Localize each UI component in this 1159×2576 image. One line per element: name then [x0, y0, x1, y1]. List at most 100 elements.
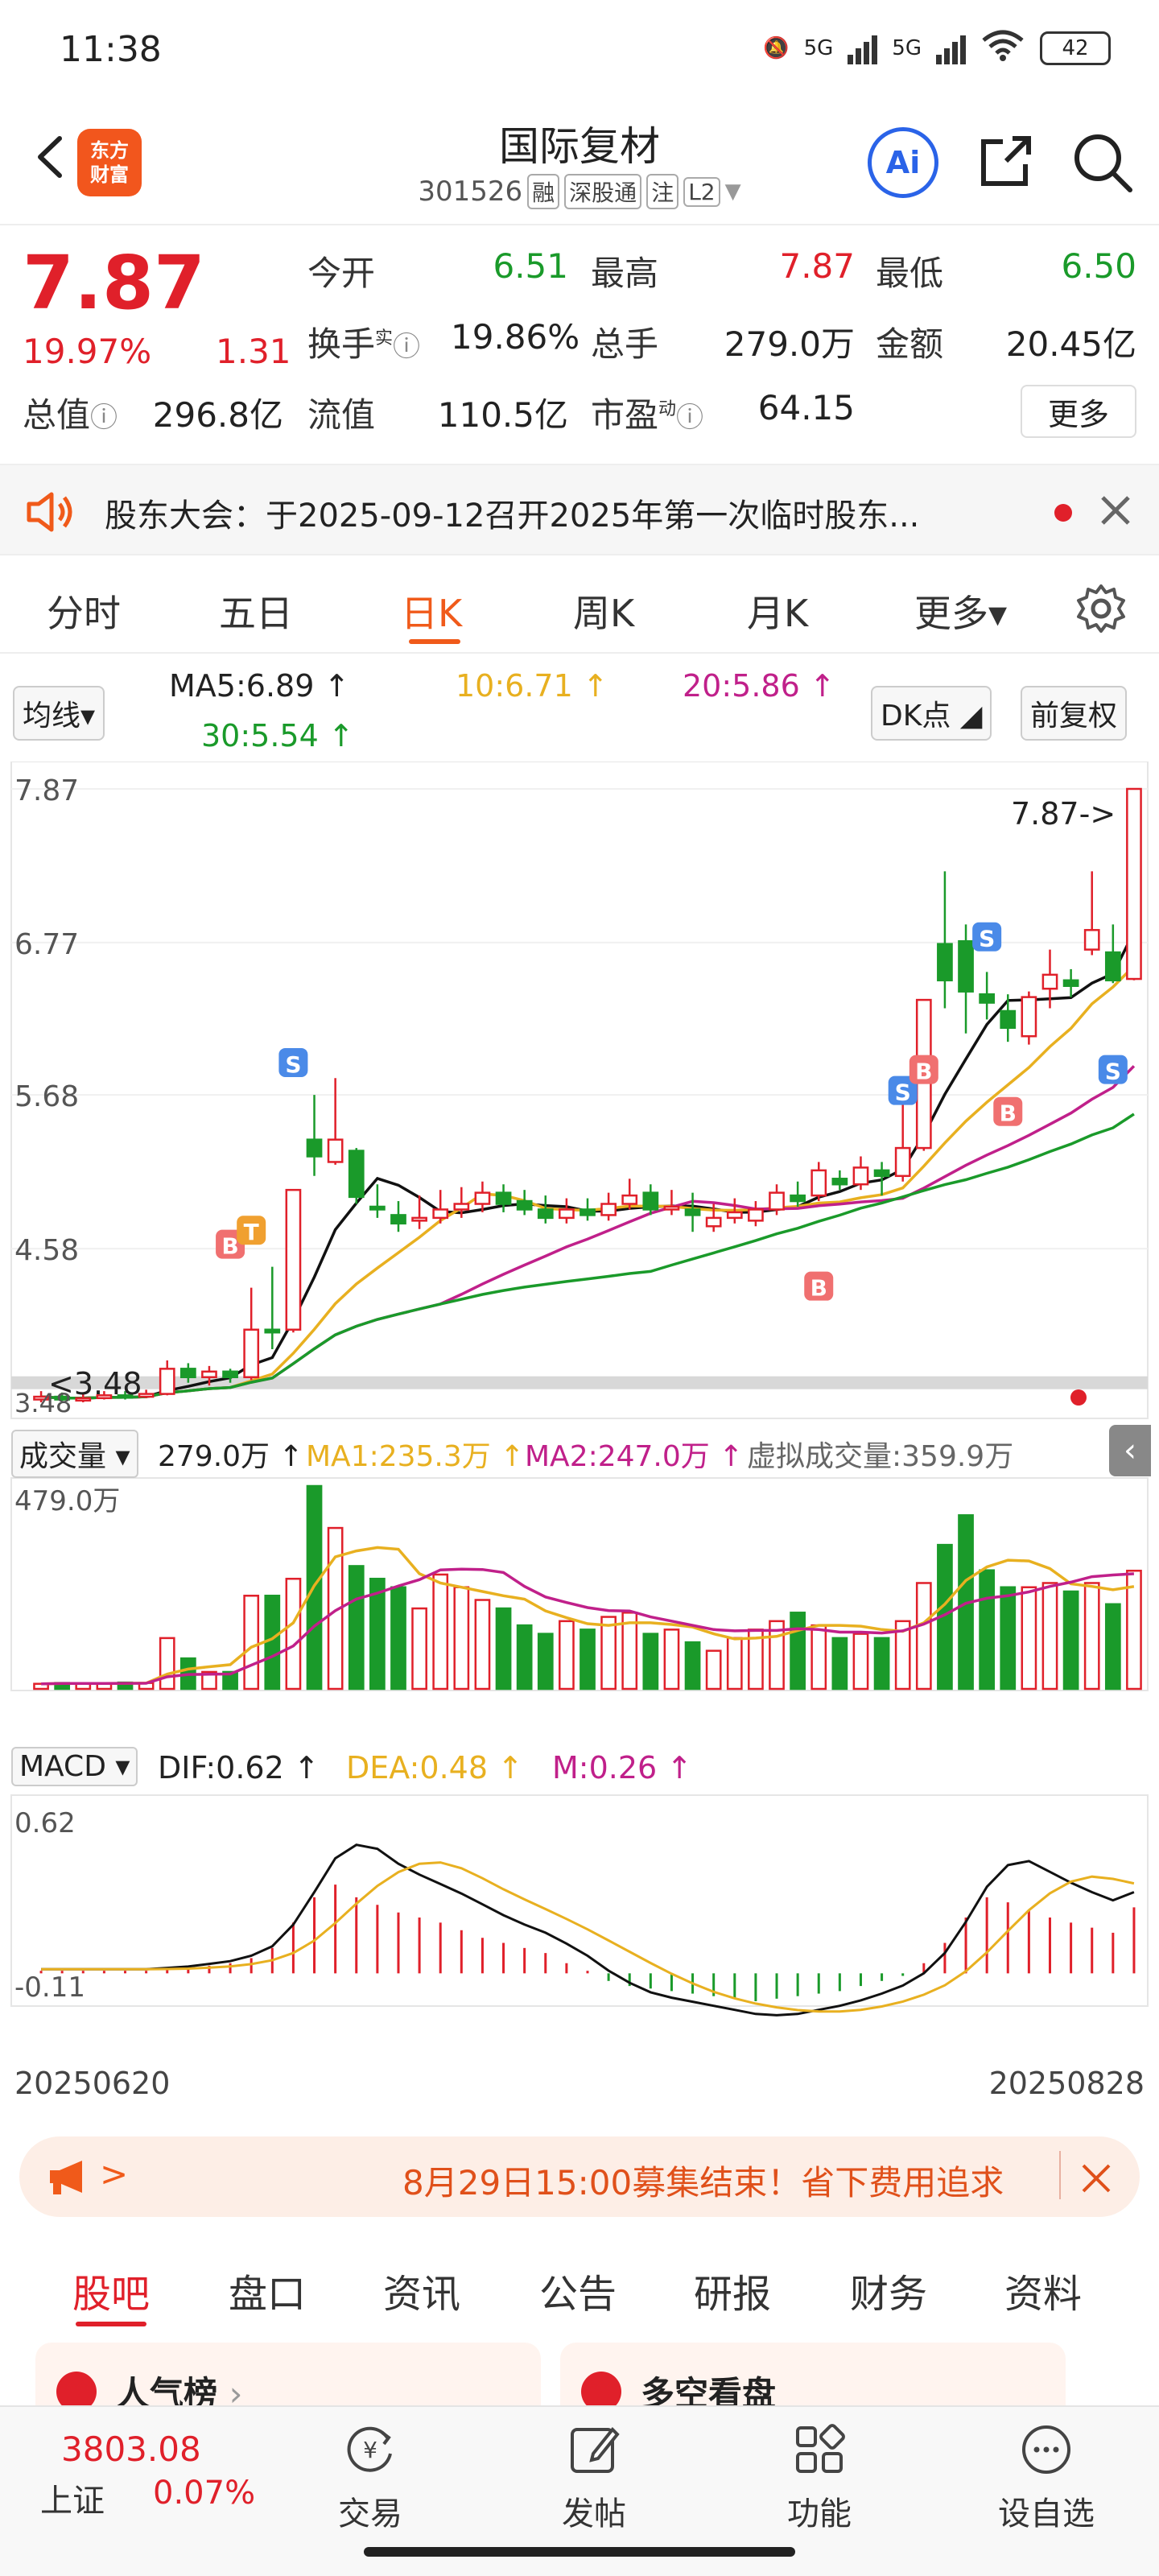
- last-price-marker: 7.87->: [1011, 796, 1116, 832]
- tab-research[interactable]: 研报: [694, 2262, 771, 2318]
- index-name: 上证: [40, 2483, 105, 2520]
- tab-financials[interactable]: 财务: [850, 2262, 927, 2318]
- tab-profile[interactable]: 资料: [1004, 2262, 1082, 2318]
- stock-code: 301526: [418, 175, 523, 208]
- speaker-icon: [27, 492, 72, 532]
- caret-down-icon: ▼: [724, 180, 741, 204]
- promo-banner[interactable]: > 8月29日15:00募集结束！省下费用追求: [19, 2136, 1140, 2217]
- volume-select[interactable]: 成交量 ▾: [11, 1430, 138, 1478]
- tag-margin: 融: [527, 174, 560, 209]
- candle-body: [453, 1203, 470, 1211]
- volume-bar: [559, 1620, 575, 1690]
- volume-bar: [411, 1607, 427, 1690]
- search-icon[interactable]: [1067, 127, 1136, 196]
- macd-dea-label: DEA:0.48 ↑: [346, 1750, 523, 1785]
- volume-bar: [810, 1624, 827, 1690]
- more-button[interactable]: 更多: [1021, 385, 1136, 438]
- candle-body: [474, 1191, 491, 1205]
- nav-trade[interactable]: ¥ 交易: [314, 2421, 427, 2534]
- candle-body: [285, 1188, 302, 1331]
- candle-body: [958, 939, 974, 993]
- ma5-line: [40, 931, 1136, 1400]
- volume-label: 总手: [591, 324, 659, 364]
- nav-add-watchlist-label: 设自选: [998, 2496, 1095, 2533]
- tab-five-day[interactable]: 五日: [219, 584, 293, 638]
- collapse-panel-button[interactable]: ‹: [1109, 1425, 1151, 1476]
- nav-functions[interactable]: 功能: [763, 2421, 876, 2534]
- volume-value: 279.0万: [724, 324, 855, 364]
- tab-monthly-k[interactable]: 月K: [747, 584, 808, 638]
- candle-body: [327, 1138, 344, 1163]
- content-tabs: 股吧 盘口 资讯 公告 研报 财务 资料: [0, 2241, 1159, 2338]
- nav-post[interactable]: 发帖: [538, 2421, 650, 2534]
- volume-bar: [790, 1612, 806, 1690]
- nav-add-watchlist[interactable]: 设自选: [990, 2421, 1103, 2534]
- low-value: 6.50: [1061, 246, 1136, 286]
- tab-more[interactable]: 更多▾: [914, 584, 1007, 638]
- candle-body: [642, 1191, 659, 1211]
- indicator-row: 均线▾ MA5:6.89 ↑ 10:6.71 ↑ 20:5.86 ↑ 30:5.…: [0, 657, 1159, 762]
- macd-dif-label: DIF:0.62 ↑: [158, 1750, 320, 1785]
- volume-bar: [642, 1633, 659, 1690]
- kline-y-tick: 5.68: [14, 1080, 79, 1113]
- dk-point-button[interactable]: DK点 ◢: [871, 686, 992, 741]
- macd-header: MACD ▾ DIF:0.62 ↑ DEA:0.48 ↑ M:0.26 ↑: [0, 1742, 1159, 1795]
- signal-icon-2: [936, 32, 966, 64]
- kline-y-tick: 7.87: [14, 774, 79, 807]
- change-percent: 19.97%: [23, 332, 152, 371]
- amount-label: 金额: [876, 324, 944, 364]
- macd-select[interactable]: MACD ▾: [11, 1747, 138, 1786]
- card-popularity[interactable]: 人气榜 ›: [35, 2343, 541, 2407]
- active-content-tab-underline: [76, 2322, 146, 2326]
- volume-ma2-label: MA2:247.0万 ↑: [525, 1440, 744, 1473]
- active-tab-underline: [409, 639, 460, 644]
- candle-body: [516, 1199, 533, 1211]
- card-bull-bear[interactable]: 多空看盘: [560, 2343, 1066, 2407]
- volume-bar: [915, 1582, 932, 1690]
- candle-body: [495, 1191, 512, 1205]
- mktcap-label: 总值ⓘ: [23, 395, 118, 435]
- volume-header: 成交量 ▾ 279.0万 ↑ MA1:235.3万 ↑ MA2:247.0万 ↑…: [0, 1425, 1159, 1478]
- candle-body: [159, 1368, 175, 1395]
- amount-value: 20.45亿: [1005, 324, 1136, 364]
- candle-body: [1021, 996, 1037, 1038]
- volume-bar: [580, 1629, 596, 1690]
- candle-body: [243, 1328, 260, 1379]
- ma-select[interactable]: 均线▾: [13, 686, 105, 741]
- candle-body: [432, 1208, 449, 1220]
- candle-body: [621, 1194, 638, 1205]
- volume-bar: [1041, 1582, 1058, 1690]
- banner-close-icon[interactable]: [1079, 2161, 1114, 2196]
- volume-bar: [1104, 1603, 1121, 1690]
- tab-announcements[interactable]: 公告: [539, 2262, 617, 2318]
- tab-weekly-k[interactable]: 周K: [573, 584, 634, 638]
- tab-news[interactable]: 资讯: [383, 2262, 460, 2318]
- candle-body: [937, 943, 953, 982]
- tab-daily-k[interactable]: 日K: [401, 584, 462, 638]
- volume-bar: [663, 1629, 680, 1690]
- tab-pankou[interactable]: 盘口: [229, 2262, 306, 2318]
- banner-divider: [1059, 2151, 1061, 2199]
- adjust-button[interactable]: 前复权: [1021, 686, 1128, 741]
- period-tabs: 分时 五日 日K 周K 月K 更多▾: [0, 560, 1159, 654]
- volume-bar: [979, 1569, 996, 1690]
- candle-body: [1126, 787, 1142, 980]
- trade-signal-label: S: [895, 1080, 911, 1106]
- share-icon[interactable]: [971, 127, 1040, 196]
- gear-icon[interactable]: [1075, 583, 1127, 634]
- ma30-label: 30:5.54 ↑: [201, 718, 354, 753]
- tab-guba[interactable]: 股吧: [72, 2262, 150, 2318]
- volume-axis-max: 479.0万: [14, 1485, 120, 1517]
- volume-bar: [348, 1565, 365, 1690]
- close-icon[interactable]: [1098, 493, 1133, 528]
- volume-bar: [831, 1637, 848, 1690]
- candle-body: [894, 1146, 911, 1178]
- svg-text:¥: ¥: [363, 2437, 377, 2463]
- status-time: 11:38: [60, 29, 162, 70]
- ai-button[interactable]: Ai: [868, 127, 938, 198]
- tab-intraday[interactable]: 分时: [47, 584, 121, 638]
- volume-bar: [264, 1595, 281, 1690]
- notice-bar[interactable]: 股东大会：于2025-09-12召开2025年第一次临时股东...: [0, 464, 1159, 555]
- volume-bar: [726, 1637, 743, 1690]
- volume-bar: [537, 1633, 554, 1690]
